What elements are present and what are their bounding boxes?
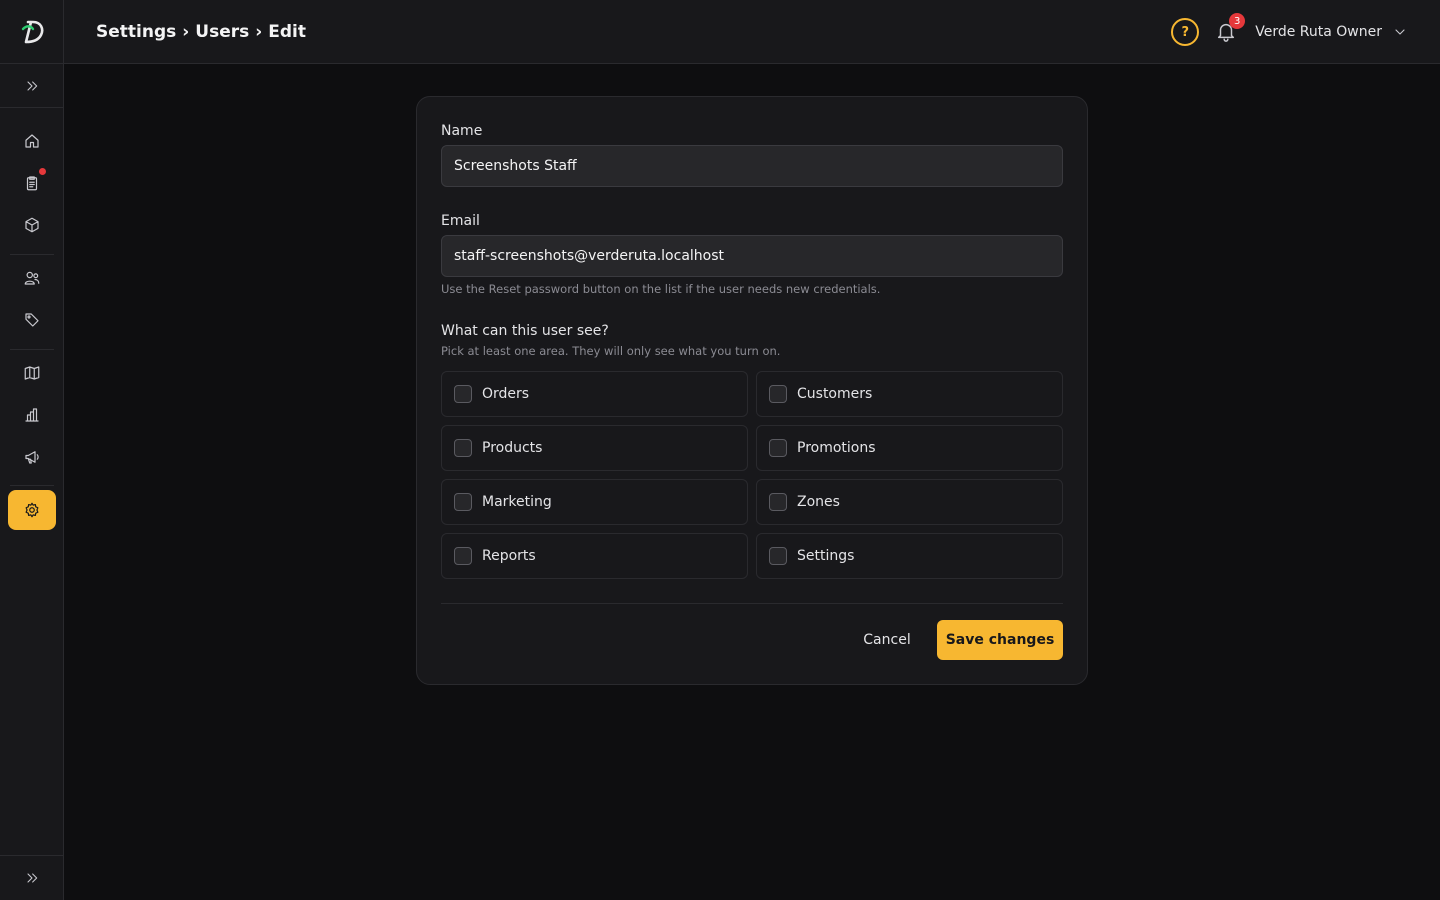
- double-chevron-right-icon: [27, 873, 38, 883]
- settings-checkbox[interactable]: [769, 547, 787, 565]
- permission-label: Customers: [797, 386, 873, 402]
- tag-icon: [25, 313, 39, 327]
- permission-customers[interactable]: Customers: [756, 371, 1063, 417]
- users-icon: [24, 271, 40, 285]
- permission-label: Reports: [482, 548, 536, 564]
- sidebar-collapse-toggle[interactable]: [0, 855, 64, 900]
- permission-settings[interactable]: Settings: [756, 533, 1063, 579]
- breadcrumb: Settings › Users › Edit: [96, 20, 306, 44]
- name-field[interactable]: [441, 145, 1063, 187]
- save-changes-button[interactable]: Save changes: [937, 620, 1063, 660]
- permission-label: Settings: [797, 548, 855, 564]
- user-menu[interactable]: Verde Ruta Owner: [1255, 24, 1408, 40]
- marketing-checkbox[interactable]: [454, 493, 472, 511]
- sidebar-divider: [10, 254, 54, 255]
- permission-orders[interactable]: Orders: [441, 371, 748, 417]
- logo-icon: [21, 20, 43, 44]
- email-label: Email: [441, 213, 480, 229]
- email-field[interactable]: [441, 235, 1063, 277]
- breadcrumb-edit: Edit: [268, 22, 306, 42]
- help-button[interactable]: ?: [1171, 18, 1200, 46]
- permission-marketing[interactable]: Marketing: [441, 479, 748, 525]
- permission-promotions[interactable]: Promotions: [756, 425, 1063, 471]
- top-bar: Settings › Users › Edit ? 3 Verde Ruta O…: [0, 0, 1440, 64]
- home-icon: [25, 134, 39, 148]
- notifications-button[interactable]: 3: [1215, 13, 1246, 44]
- permission-label: Orders: [482, 386, 530, 402]
- sidebar-item-reports[interactable]: [8, 395, 56, 435]
- permissions-title: What can this user see?: [441, 323, 609, 339]
- sidebar-item-customers[interactable]: [8, 258, 56, 298]
- permission-label: Marketing: [482, 494, 552, 510]
- sidebar-item-settings[interactable]: [8, 490, 56, 530]
- clipboard-icon: [26, 176, 38, 191]
- permission-label: Products: [482, 440, 543, 456]
- box-icon: [25, 217, 39, 233]
- name-label: Name: [441, 123, 483, 139]
- sidebar-expand-button[interactable]: [0, 64, 64, 108]
- top-right-controls: ? 3 Verde Ruta Owner: [1171, 13, 1408, 48]
- double-chevron-right-icon: [27, 80, 38, 91]
- sidebar-item-zones[interactable]: [8, 353, 56, 393]
- sidebar-divider: [10, 349, 54, 350]
- reports-checkbox[interactable]: [454, 547, 472, 565]
- permission-reports[interactable]: Reports: [441, 533, 748, 579]
- sidebar-item-promotions[interactable]: [8, 300, 56, 340]
- sidebar-item-orders[interactable]: [8, 163, 56, 203]
- user-name: Verde Ruta Owner: [1255, 24, 1382, 40]
- permissions-hint: Pick at least one area. They will only s…: [441, 344, 781, 358]
- breadcrumb-users[interactable]: Users: [195, 22, 249, 42]
- edit-user-card: Name Email Use the Reset password button…: [416, 96, 1088, 685]
- breadcrumb-separator: ›: [182, 22, 190, 42]
- email-hint: Use the Reset password button on the lis…: [441, 282, 881, 296]
- map-icon: [24, 366, 40, 380]
- sidebar-item-home[interactable]: [8, 121, 56, 161]
- permission-label: Promotions: [797, 440, 876, 456]
- sidebar-item-marketing[interactable]: [8, 437, 56, 477]
- gear-icon: [25, 502, 39, 518]
- zones-checkbox[interactable]: [769, 493, 787, 511]
- question-icon: ?: [1181, 24, 1189, 40]
- app-logo[interactable]: [0, 0, 64, 64]
- breadcrumb-separator: ›: [255, 22, 263, 42]
- bar-chart-icon: [25, 408, 39, 422]
- megaphone-icon: [25, 451, 39, 464]
- notification-badge: 3: [1229, 13, 1246, 29]
- permission-label: Zones: [797, 494, 840, 510]
- permission-zones[interactable]: Zones: [756, 479, 1063, 525]
- permission-products[interactable]: Products: [441, 425, 748, 471]
- customers-checkbox[interactable]: [769, 385, 787, 403]
- products-checkbox[interactable]: [454, 439, 472, 457]
- sidebar: [0, 64, 64, 900]
- breadcrumb-settings[interactable]: Settings: [96, 22, 176, 42]
- orders-checkbox[interactable]: [454, 385, 472, 403]
- promotions-checkbox[interactable]: [769, 439, 787, 457]
- cancel-button[interactable]: Cancel: [849, 621, 925, 659]
- form-divider: [441, 603, 1063, 604]
- sidebar-item-products[interactable]: [8, 205, 56, 245]
- orders-notification-dot: [39, 168, 46, 175]
- sidebar-divider: [10, 485, 54, 486]
- chevron-down-icon: [1395, 29, 1405, 35]
